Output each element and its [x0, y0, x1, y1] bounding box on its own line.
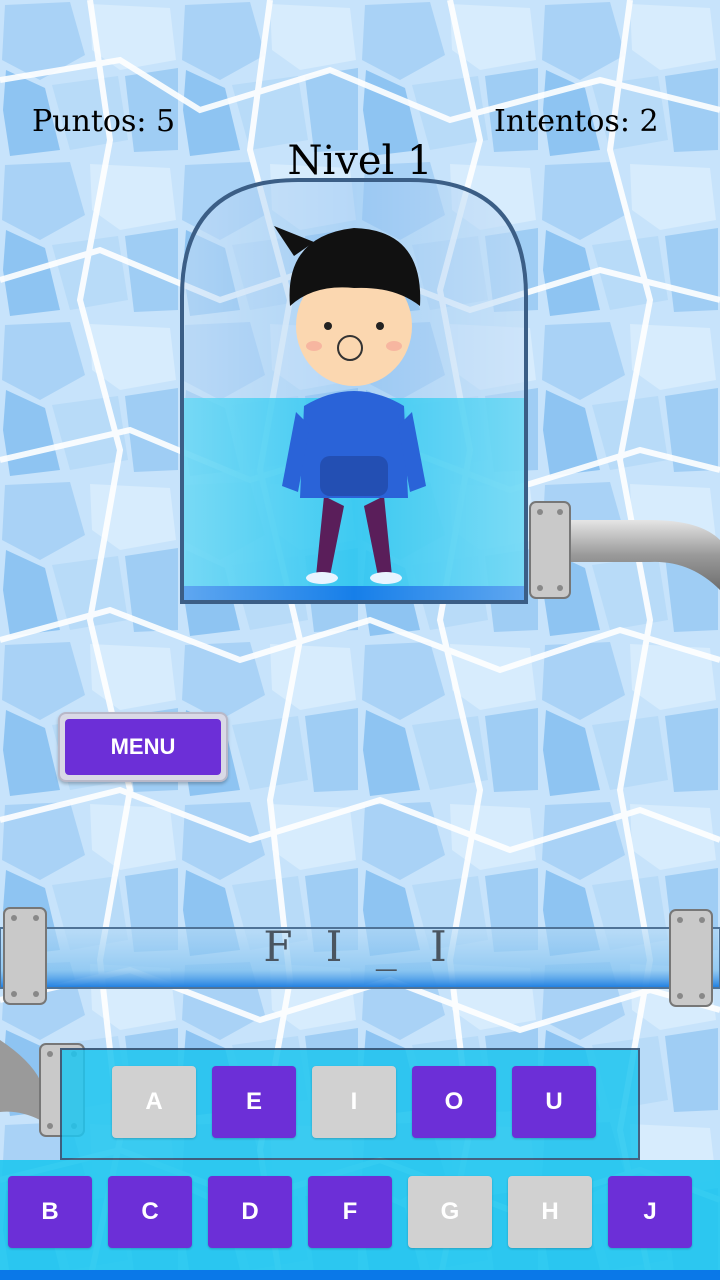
- key-d[interactable]: D: [208, 1176, 292, 1248]
- key-f[interactable]: F: [308, 1176, 392, 1248]
- hidden-word: F I _ I: [263, 922, 457, 971]
- key-a[interactable]: A: [112, 1066, 196, 1138]
- key-o[interactable]: O: [412, 1066, 496, 1138]
- score-label: Puntos: 5: [32, 104, 176, 139]
- key-b[interactable]: B: [8, 1176, 92, 1248]
- key-h[interactable]: H: [508, 1176, 592, 1248]
- attempts-label: Intentos: 2: [494, 104, 659, 139]
- menu-button[interactable]: MENU: [58, 712, 228, 782]
- key-c[interactable]: C: [108, 1176, 192, 1248]
- menu-button-label: MENU: [65, 719, 221, 775]
- key-g[interactable]: G: [408, 1176, 492, 1248]
- drain-pipe-icon: [529, 501, 720, 599]
- key-e[interactable]: E: [212, 1066, 296, 1138]
- key-u[interactable]: U: [512, 1066, 596, 1138]
- water-tank: [180, 178, 528, 604]
- key-i[interactable]: I: [312, 1066, 396, 1138]
- key-j[interactable]: J: [608, 1176, 692, 1248]
